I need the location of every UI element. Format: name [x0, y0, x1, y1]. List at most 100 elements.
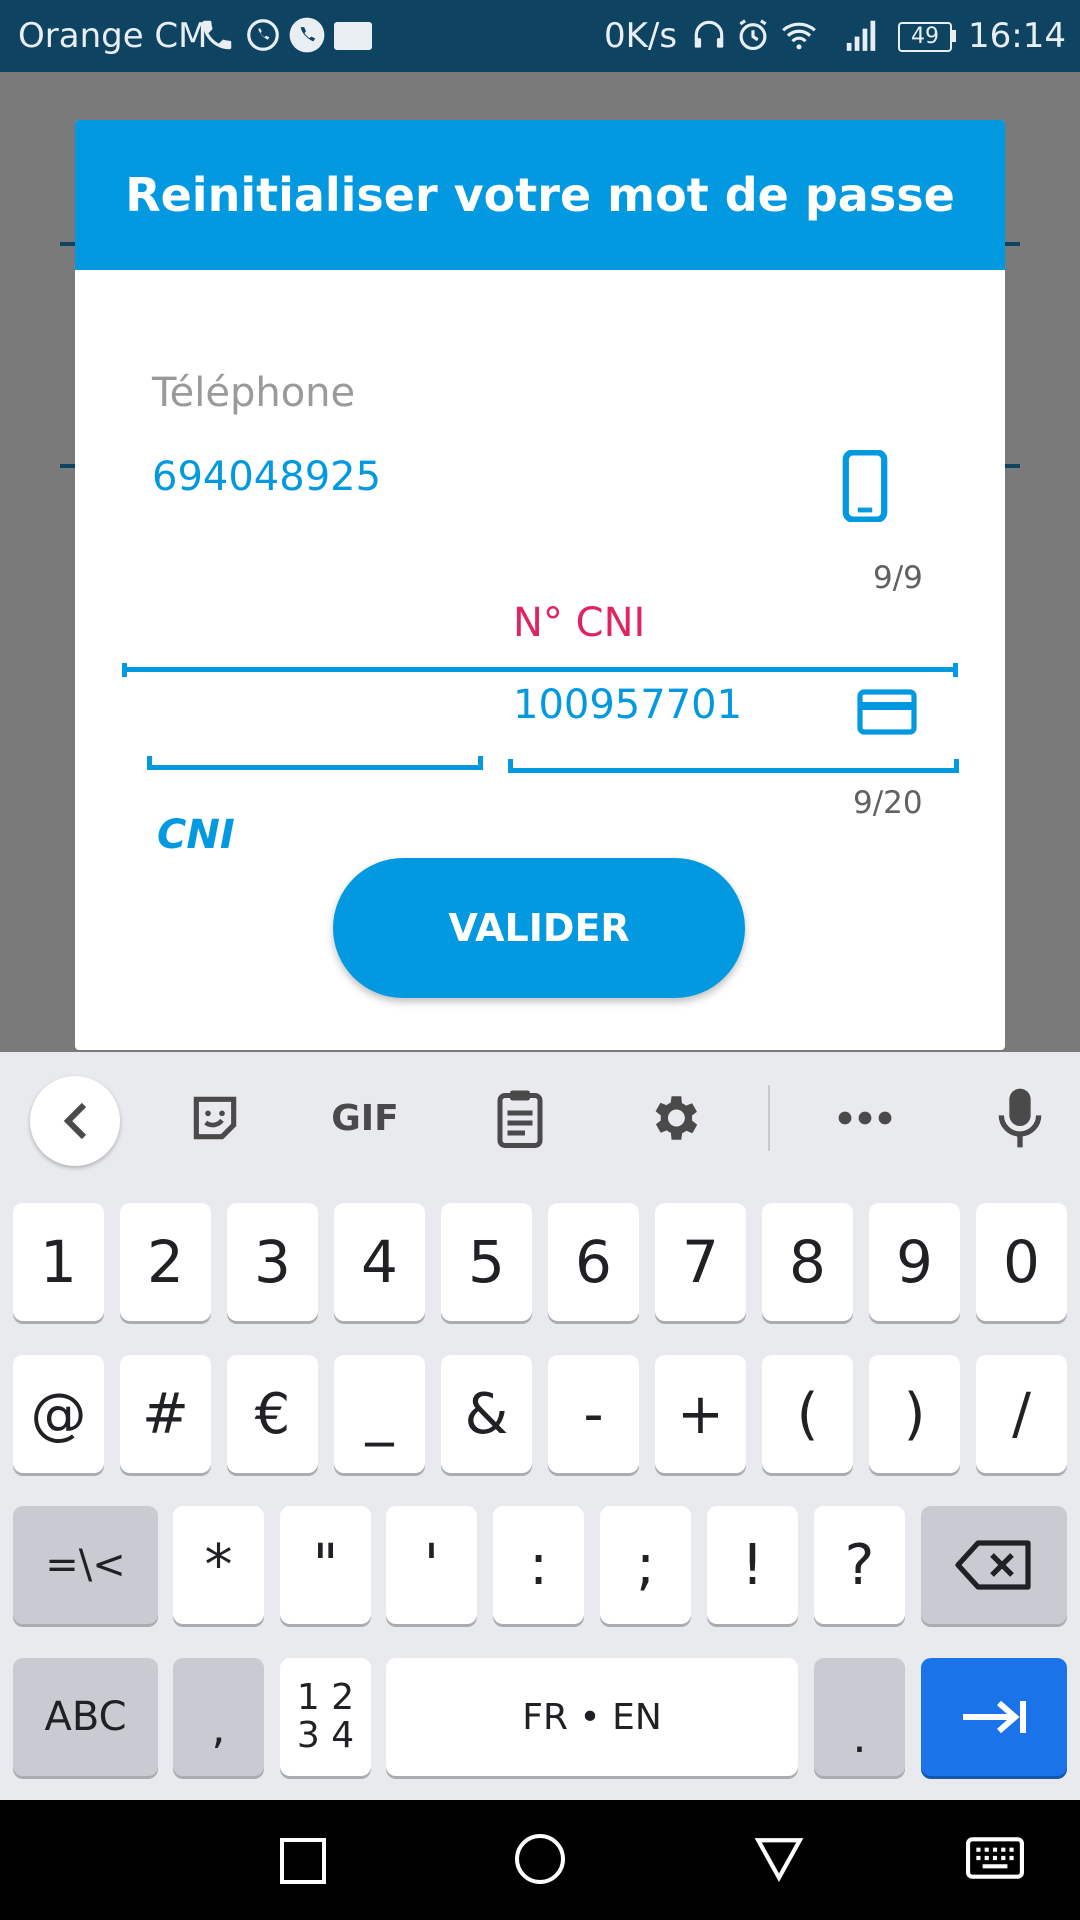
whatsapp-icon [247, 19, 279, 51]
signal-icon [846, 20, 876, 51]
key-label: ; [636, 1532, 655, 1598]
mobile-phone-icon [842, 450, 888, 522]
cni-number-label: N° CNI [513, 600, 646, 646]
key-3[interactable]: 3 [227, 1203, 318, 1321]
dialog-title: Reinitialiser votre mot de passe [125, 168, 955, 222]
key-ampersand[interactable]: & [441, 1355, 532, 1473]
underline-end [478, 756, 483, 770]
recents-button[interactable] [280, 1838, 326, 1884]
key-label: . [852, 1711, 867, 1763]
key-9[interactable]: 9 [869, 1203, 960, 1321]
key-label: 5 [468, 1228, 505, 1296]
key-label: 4 [361, 1228, 398, 1296]
key-label: & [464, 1381, 509, 1447]
key-label: 1 2 [296, 1677, 355, 1718]
key-label: ( [796, 1381, 819, 1447]
key-plus[interactable]: + [655, 1355, 746, 1473]
phone-input[interactable]: 694048925 [152, 454, 381, 500]
key-label: * [204, 1532, 233, 1598]
key-double-quote[interactable]: " [280, 1506, 371, 1624]
keyboard-hide-icon[interactable] [966, 1836, 1024, 1880]
key-6[interactable]: 6 [548, 1203, 639, 1321]
gif-button[interactable]: GIF [320, 1082, 410, 1154]
key-7[interactable]: 7 [655, 1203, 746, 1321]
key-5[interactable]: 5 [441, 1203, 532, 1321]
phone-char-counter: 9/9 [873, 560, 923, 596]
key-label: € [254, 1381, 291, 1447]
cni-number-underline [508, 768, 959, 773]
key-0[interactable]: 0 [976, 1203, 1067, 1321]
key-label: 3 4 [296, 1715, 355, 1756]
key-4[interactable]: 4 [334, 1203, 425, 1321]
numpad-key[interactable]: 1 2 3 4 [280, 1658, 371, 1776]
abc-key[interactable]: ABC [13, 1658, 158, 1776]
key-label: / [1012, 1381, 1031, 1447]
key-asterisk[interactable]: * [173, 1506, 264, 1624]
headset-icon [694, 20, 724, 48]
key-slash[interactable]: / [976, 1355, 1067, 1473]
enter-key[interactable] [921, 1658, 1067, 1776]
key-1[interactable]: 1 [13, 1203, 104, 1321]
battery-level: 49 [911, 24, 939, 49]
network-speed: 0K/s [604, 16, 678, 56]
underline-end [954, 759, 959, 773]
phone-field[interactable]: Téléphone 694048925 [122, 370, 958, 672]
bracket-decoration [60, 242, 76, 246]
microphone-icon [998, 1088, 1042, 1148]
settings-button[interactable] [640, 1082, 708, 1154]
key-label: ) [903, 1381, 926, 1447]
id-card-icon [857, 689, 917, 735]
clipboard-button[interactable] [488, 1082, 552, 1154]
battery-indicator: 49 [898, 22, 952, 52]
collapse-toolbar-button[interactable] [30, 1076, 120, 1166]
key-label: ! [741, 1532, 764, 1598]
key-question[interactable]: ? [814, 1506, 905, 1624]
key-label: : [529, 1532, 548, 1598]
key-colon[interactable]: : [493, 1506, 584, 1624]
cni-char-counter: 9/20 [853, 785, 923, 821]
key-exclamation[interactable]: ! [707, 1506, 798, 1624]
comma-key[interactable]: , [173, 1658, 264, 1776]
validate-button-label: VALIDER [448, 906, 630, 950]
space-key[interactable]: FR • EN [386, 1658, 798, 1776]
sticker-icon [193, 1096, 237, 1140]
tab-next-icon [963, 1700, 1026, 1734]
cni-number-input[interactable]: 100957701 [513, 682, 742, 728]
status-bar: Orange CM 0K/s 49 16:14 [0, 0, 1080, 72]
underline-end [508, 759, 513, 773]
key-apostrophe[interactable]: ' [386, 1506, 477, 1624]
back-button[interactable] [754, 1834, 804, 1884]
voice-input-button[interactable] [990, 1082, 1050, 1154]
bracket-decoration [1004, 242, 1020, 246]
key-at[interactable]: @ [13, 1355, 104, 1473]
cni-number-field[interactable]: N° CNI 100957701 [505, 600, 959, 770]
period-key[interactable]: . [814, 1658, 905, 1776]
key-label: 1 [40, 1228, 77, 1296]
key-2[interactable]: 2 [120, 1203, 211, 1321]
dialog-header: Reinitialiser votre mot de passe [75, 120, 1005, 270]
backspace-icon [955, 1540, 1031, 1590]
key-close-paren[interactable]: ) [869, 1355, 960, 1473]
key-label: 2 [147, 1228, 184, 1296]
key-label: 3 [254, 1228, 291, 1296]
key-open-paren[interactable]: ( [762, 1355, 853, 1473]
backspace-key[interactable] [921, 1506, 1067, 1624]
battery-tip [952, 30, 956, 42]
sticker-button[interactable] [180, 1082, 250, 1154]
key-label: 9 [896, 1228, 933, 1296]
key-more-symbols[interactable]: =\< [13, 1506, 158, 1624]
key-euro[interactable]: € [227, 1355, 318, 1473]
bracket-decoration [60, 464, 76, 468]
app-notification-icon [334, 22, 372, 50]
key-minus[interactable]: - [548, 1355, 639, 1473]
more-options-button[interactable] [830, 1082, 900, 1154]
validate-button[interactable]: VALIDER [333, 858, 745, 998]
key-label: 8 [789, 1228, 826, 1296]
key-semicolon[interactable]: ; [600, 1506, 691, 1624]
key-underscore[interactable]: _ [334, 1355, 425, 1473]
key-hash[interactable]: # [120, 1355, 211, 1473]
more-icon [838, 1111, 892, 1125]
key-8[interactable]: 8 [762, 1203, 853, 1321]
underline-end [147, 756, 152, 770]
home-button[interactable] [515, 1834, 565, 1884]
